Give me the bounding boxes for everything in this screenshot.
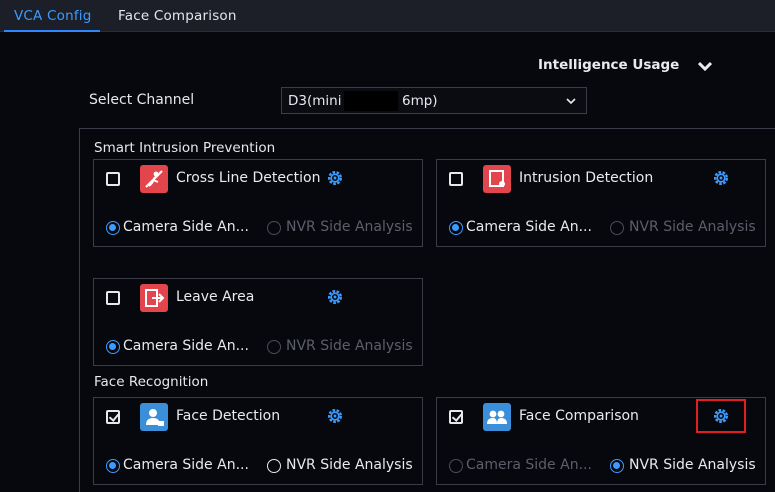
card-leave-area: Leave Area Camera Side An... NVR Side An…	[93, 278, 423, 366]
radio-camera-side-label: Camera Side An...	[123, 338, 249, 354]
gear-icon[interactable]	[326, 288, 344, 306]
card-name: Intrusion Detection	[519, 170, 654, 186]
radio-nvr-side[interactable]	[610, 459, 624, 473]
gear-icon[interactable]	[326, 169, 344, 187]
radio-nvr-side-label: NVR Side Analysis	[286, 457, 413, 473]
radio-nvr-side[interactable]	[610, 221, 624, 235]
card-cross-line-detection: Cross Line Detection Camera Side An... N…	[93, 159, 423, 247]
chevron-down-icon[interactable]	[698, 61, 712, 71]
radio-nvr-side-label: NVR Side Analysis	[629, 457, 756, 473]
radio-camera-side-label: Camera Side An...	[466, 219, 592, 235]
gear-icon[interactable]	[712, 407, 730, 425]
cross-line-icon	[140, 165, 168, 193]
radio-nvr-side[interactable]	[267, 459, 281, 473]
radio-nvr-side-label: NVR Side Analysis	[286, 219, 413, 235]
redaction-block	[344, 91, 398, 111]
chevron-down-icon	[566, 98, 576, 105]
radio-nvr-side-label: NVR Side Analysis	[286, 338, 413, 354]
channel-select[interactable]: D3(mini 6mp)	[281, 87, 587, 114]
checkbox-intrusion-detection[interactable]	[449, 172, 463, 186]
card-name: Face Comparison	[519, 408, 639, 424]
channel-select-value-suffix: 6mp)	[402, 93, 438, 109]
radio-camera-side[interactable]	[449, 459, 463, 473]
group-title-face-recognition: Face Recognition	[94, 374, 209, 390]
radio-camera-side[interactable]	[106, 340, 120, 354]
face-comparison-icon	[483, 403, 511, 431]
card-name: Cross Line Detection	[176, 170, 321, 186]
tab-face-comparison[interactable]: Face Comparison	[118, 8, 237, 24]
radio-camera-side[interactable]	[106, 459, 120, 473]
checkbox-leave-area[interactable]	[106, 291, 120, 305]
radio-camera-side-label: Camera Side An...	[123, 457, 249, 473]
checkbox-face-detection[interactable]	[106, 410, 120, 424]
radio-camera-side-label: Camera Side An...	[123, 219, 249, 235]
radio-nvr-side-label: NVR Side Analysis	[629, 219, 756, 235]
checkbox-face-comparison[interactable]	[449, 410, 463, 424]
channel-select-value: D3(mini	[288, 93, 342, 109]
radio-camera-side[interactable]	[106, 221, 120, 235]
card-name: Face Detection	[176, 408, 281, 424]
intrusion-icon	[483, 165, 511, 193]
group-title-smart-intrusion: Smart Intrusion Prevention	[94, 140, 276, 156]
gear-icon[interactable]	[326, 407, 344, 425]
card-intrusion-detection: Intrusion Detection Camera Side An... NV…	[436, 159, 766, 247]
card-face-comparison: Face Comparison Camera Side An... NVR Si…	[436, 397, 766, 485]
radio-camera-side-label: Camera Side An...	[466, 457, 592, 473]
leave-area-icon	[140, 284, 168, 312]
intelligence-usage-label[interactable]: Intelligence Usage	[538, 57, 679, 73]
radio-nvr-side[interactable]	[267, 221, 281, 235]
tab-bar: VCA Config Face Comparison	[0, 0, 775, 32]
card-name: Leave Area	[176, 289, 255, 305]
face-detection-icon	[140, 403, 168, 431]
tab-vca-config[interactable]: VCA Config	[4, 8, 99, 32]
select-channel-label: Select Channel	[89, 92, 195, 108]
radio-camera-side[interactable]	[449, 221, 463, 235]
radio-nvr-side[interactable]	[267, 340, 281, 354]
gear-icon[interactable]	[712, 169, 730, 187]
card-face-detection: Face Detection Camera Side An... NVR Sid…	[93, 397, 423, 485]
checkbox-cross-line-detection[interactable]	[106, 172, 120, 186]
